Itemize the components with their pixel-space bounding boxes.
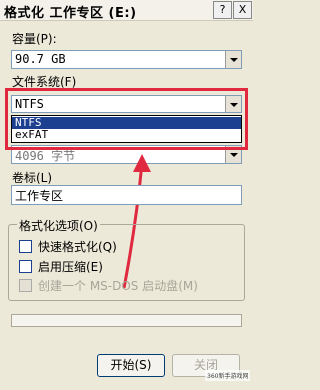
start-button[interactable]: 开始(S): [97, 354, 165, 377]
volume-value: 工作专区: [15, 189, 64, 203]
format-options-title: 格式化选项(O): [17, 217, 100, 234]
enable-compression-checkbox[interactable]: [19, 260, 32, 273]
volume-label: 卷标(L): [12, 171, 53, 185]
watermark: 360新手游戏网: [205, 370, 251, 381]
volume-input[interactable]: 工作专区: [11, 185, 242, 205]
quick-format-checkbox[interactable]: [19, 240, 32, 253]
enable-compression-label[interactable]: 启用压缩(E): [38, 258, 103, 275]
quick-format-label[interactable]: 快速格式化(Q): [38, 238, 117, 255]
format-progress-bar: [11, 314, 242, 327]
msdos-startup-checkbox: [19, 279, 32, 292]
msdos-startup-label: 创建一个 MS-DOS 启动盘(M): [38, 279, 198, 293]
